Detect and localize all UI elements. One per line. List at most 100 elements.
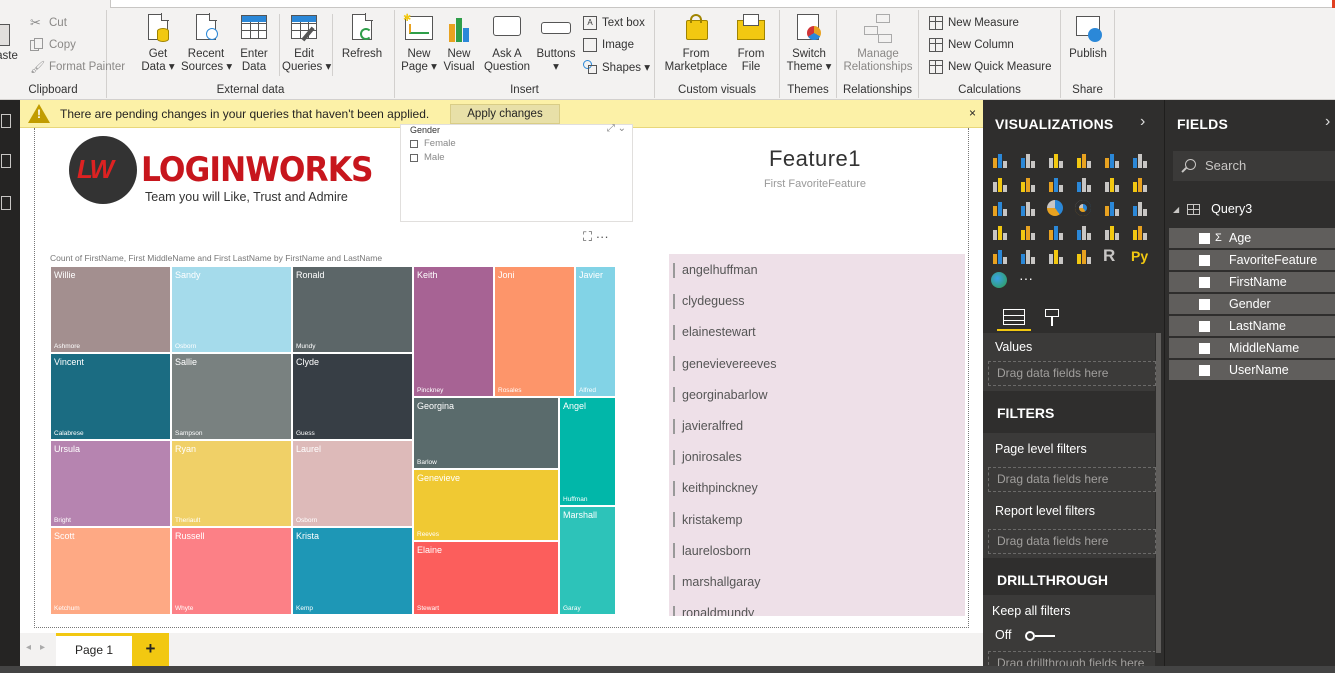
list-item[interactable]: genevievereeves (673, 354, 777, 374)
gender-slicer[interactable]: Gender ⤢ ⌄ Female Male (400, 123, 633, 222)
previous-page-icon[interactable]: ◂ (26, 642, 31, 653)
treemap-tile[interactable]: Sallie Sampson (171, 353, 292, 440)
ask-question-button[interactable]: Ask A Question (481, 12, 533, 74)
area-chart-icon[interactable] (1019, 176, 1037, 192)
close-banner-icon[interactable]: × (969, 106, 976, 120)
edit-queries-button[interactable]: Edit Queries ▾ (282, 12, 331, 74)
list-item[interactable]: elainestewart (673, 322, 756, 342)
treemap-tile[interactable]: Laurel Osborn (292, 440, 413, 527)
drillthrough-drop-zone[interactable]: Drag drillthrough fields here (988, 651, 1155, 666)
treemap-icon[interactable] (1103, 200, 1121, 216)
gauge-icon[interactable] (1075, 224, 1093, 240)
new-page-button[interactable]: ✱ New Page ▾ (399, 12, 439, 74)
manage-relationships-button[interactable]: Manage Relationships (841, 12, 915, 74)
refresh-button[interactable]: Refresh (339, 12, 385, 61)
column-100-icon[interactable] (1131, 152, 1149, 168)
waterfall-icon[interactable] (991, 200, 1009, 216)
list-item[interactable]: laurelosborn (673, 541, 751, 561)
treemap-tile[interactable]: Joni Rosales (494, 266, 575, 397)
field-item[interactable]: LastName (1169, 316, 1335, 336)
list-item[interactable]: georginabarlow (673, 385, 767, 405)
table-icon[interactable] (1047, 248, 1065, 264)
treemap-tile[interactable]: Elaine Stewart (413, 541, 559, 615)
switch-theme-button[interactable]: Switch Theme ▾ (786, 12, 832, 74)
field-checkbox[interactable] (1199, 254, 1210, 266)
treemap-tile[interactable]: Willie Ashmore (50, 266, 171, 353)
filled-map-icon[interactable] (991, 224, 1009, 240)
treemap-tile[interactable]: Georgina Barlow (413, 397, 559, 469)
kpi-icon[interactable] (991, 248, 1009, 264)
slicer-icon[interactable] (1019, 248, 1037, 264)
field-item[interactable]: FavoriteFeature (1169, 250, 1335, 270)
field-checkbox[interactable] (1199, 364, 1210, 376)
field-item[interactable]: FirstName (1169, 272, 1335, 292)
bar-100-icon[interactable] (1103, 152, 1121, 168)
table-query3[interactable]: ◢ Query3 (1173, 199, 1252, 219)
from-marketplace-button[interactable]: From Marketplace (663, 12, 729, 74)
treemap-tile[interactable]: Ronald Mundy (292, 266, 413, 353)
treemap-tile[interactable]: Ursula Bright (50, 440, 171, 527)
field-item[interactable]: Gender (1169, 294, 1335, 314)
line-column-icon[interactable] (1075, 176, 1093, 192)
report-filters-drop-zone[interactable]: Drag data fields here (988, 529, 1156, 554)
apply-changes-button[interactable]: Apply changes (450, 104, 560, 124)
username-list[interactable]: angelhuffman clydeguess elainestewart genev… (669, 254, 965, 616)
field-item[interactable]: UserName (1169, 360, 1335, 380)
next-page-icon[interactable]: ▸ (40, 642, 45, 653)
matrix-icon[interactable] (1075, 248, 1093, 264)
slicer-option-female[interactable]: Female (410, 138, 456, 149)
list-item[interactable]: ronaldmundy (673, 603, 754, 616)
treemap-tile[interactable]: Krista Kemp (292, 527, 413, 615)
report-view-icon[interactable] (1, 114, 11, 128)
line-chart-icon[interactable] (991, 176, 1009, 192)
python-visual-icon[interactable]: Py (1131, 248, 1149, 264)
list-item[interactable]: keithpinckney (673, 478, 758, 498)
list-item[interactable]: angelhuffman (673, 260, 758, 280)
r-visual-icon[interactable]: R (1103, 247, 1121, 264)
visualizations-scrollbar[interactable] (1156, 333, 1161, 653)
line-clustered-icon[interactable] (1103, 176, 1121, 192)
copy-button[interactable]: Copy (30, 36, 76, 54)
field-checkbox[interactable] (1199, 320, 1210, 332)
ribbon-chart-icon[interactable] (1131, 176, 1149, 192)
image-button[interactable]: Image (583, 36, 634, 54)
treemap-tile[interactable]: Javier Alfred (575, 266, 616, 397)
buttons-button[interactable]: Buttons ▾ (533, 12, 579, 74)
visual-header-icons[interactable]: ⛶ ··· (583, 229, 609, 245)
card-icon[interactable] (1103, 224, 1121, 240)
treemap-tile[interactable]: Marshall Garay (559, 506, 616, 615)
pie-chart-icon[interactable] (1047, 200, 1063, 216)
list-item[interactable]: jonirosales (673, 447, 742, 467)
treemap-tile[interactable]: Angel Huffman (559, 397, 616, 506)
data-view-icon[interactable] (1, 154, 11, 168)
publish-button[interactable]: Publish (1065, 12, 1111, 61)
treemap-tile[interactable]: Ryan Theriault (171, 440, 292, 527)
treemap-tile[interactable]: Sandy Osborn (171, 266, 292, 353)
stacked-bar-icon[interactable] (991, 152, 1009, 168)
recent-sources-button[interactable]: Recent Sources ▾ (181, 12, 232, 74)
list-item[interactable]: kristakemp (673, 510, 742, 530)
field-item[interactable]: MiddleName (1169, 338, 1335, 358)
collapse-visualizations-icon[interactable]: › (1140, 113, 1145, 131)
page-filters-drop-zone[interactable]: Drag data fields here (988, 467, 1156, 492)
cut-button[interactable]: ✂ Cut (30, 14, 67, 32)
field-checkbox[interactable] (1199, 298, 1210, 310)
list-item[interactable]: clydeguess (673, 291, 745, 311)
collapse-fields-icon[interactable]: › (1325, 113, 1330, 131)
multi-row-card-icon[interactable] (1131, 224, 1149, 240)
shape-map-icon[interactable] (1019, 224, 1037, 240)
slicer-option-male[interactable]: Male (410, 152, 445, 163)
new-visual-button[interactable]: New Visual (441, 12, 477, 74)
scatter-icon[interactable] (1019, 200, 1037, 216)
field-checkbox[interactable] (1199, 276, 1210, 288)
map-icon[interactable] (1131, 200, 1149, 216)
model-view-icon[interactable] (1, 196, 11, 210)
globe-icon[interactable] (991, 272, 1007, 288)
treemap-tile[interactable]: Vincent Calabrese (50, 353, 171, 440)
add-page-button[interactable]: + (132, 633, 169, 666)
stacked-column-icon[interactable] (1019, 152, 1037, 168)
new-measure-button[interactable]: New Measure (929, 14, 1019, 32)
clustered-bar-icon[interactable] (1047, 152, 1065, 168)
treemap-tile[interactable]: Keith Pinckney (413, 266, 494, 397)
get-data-button[interactable]: Get Data ▾ (137, 12, 179, 74)
